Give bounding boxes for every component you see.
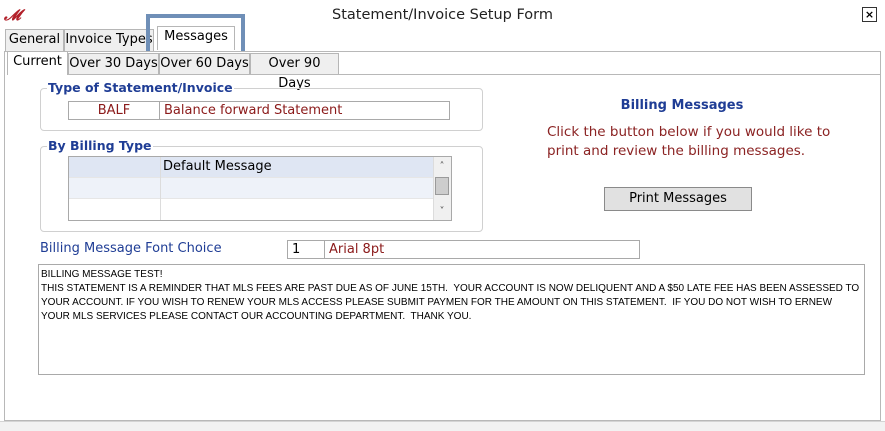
scroll-down-icon[interactable]: ˅ bbox=[434, 203, 450, 220]
font-choice-number-field[interactable]: 1 bbox=[287, 240, 325, 259]
list-scrollbar[interactable]: ˄ ˅ bbox=[433, 157, 451, 220]
tab-general[interactable]: General bbox=[5, 29, 64, 51]
column-divider bbox=[160, 157, 161, 220]
list-item-message: Default Message bbox=[163, 159, 272, 174]
subtab-current[interactable]: Current bbox=[7, 51, 68, 75]
subtab-over-60-days[interactable]: Over 60 Days bbox=[159, 53, 250, 75]
subtab-baseline bbox=[68, 74, 880, 75]
list-item[interactable] bbox=[69, 178, 433, 199]
status-strip bbox=[0, 421, 885, 431]
font-choice-name-field[interactable]: Arial 8pt bbox=[324, 240, 640, 259]
statement-type-title: Type of Statement/Invoice bbox=[47, 80, 234, 95]
subtab-over-30-days[interactable]: Over 30 Days bbox=[68, 53, 159, 75]
tab-invoice-types[interactable]: Invoice Types bbox=[64, 29, 154, 51]
billing-type-title: By Billing Type bbox=[47, 138, 153, 153]
print-messages-button[interactable]: Print Messages bbox=[604, 187, 752, 211]
billing-messages-title: Billing Messages bbox=[620, 98, 744, 113]
billing-type-list[interactable]: Default Message ˄ ˅ bbox=[68, 156, 452, 221]
billing-messages-instructions: Click the button below if you would like… bbox=[547, 124, 831, 159]
statement-code-field[interactable]: BALF bbox=[68, 101, 160, 120]
subtab-over-90-days[interactable]: Over 90 Days bbox=[250, 53, 339, 91]
tab-highlight-box bbox=[146, 14, 245, 56]
font-choice-label: Billing Message Font Choice bbox=[40, 241, 222, 256]
scroll-thumb[interactable] bbox=[435, 177, 449, 195]
window-title: Statement/Invoice Setup Form bbox=[332, 7, 553, 23]
list-item[interactable]: Default Message bbox=[69, 157, 433, 178]
list-item[interactable] bbox=[69, 199, 433, 220]
scroll-up-icon[interactable]: ˄ bbox=[434, 158, 450, 175]
statement-description-field[interactable]: Balance forward Statement bbox=[159, 101, 450, 120]
close-button[interactable]: × bbox=[862, 7, 877, 22]
billing-message-textarea[interactable]: BILLING MESSAGE TEST! THIS STATEMENT IS … bbox=[38, 264, 865, 375]
